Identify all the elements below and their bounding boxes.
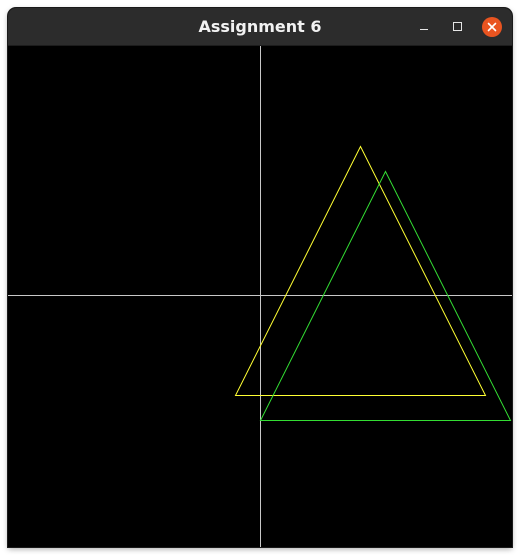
- close-button[interactable]: [482, 17, 502, 37]
- maximize-icon: [453, 22, 462, 31]
- minimize-icon: [420, 29, 428, 30]
- close-icon: [487, 22, 497, 32]
- maximize-button[interactable]: [448, 17, 468, 37]
- title-bar[interactable]: Assignment 6: [8, 8, 512, 46]
- app-window: Assignment 6: [8, 8, 512, 547]
- yellow-triangle: [234, 145, 487, 396]
- drawing-canvas: [8, 46, 512, 547]
- minimize-button[interactable]: [414, 17, 434, 37]
- window-title: Assignment 6: [198, 17, 322, 36]
- scene-svg: [8, 46, 512, 547]
